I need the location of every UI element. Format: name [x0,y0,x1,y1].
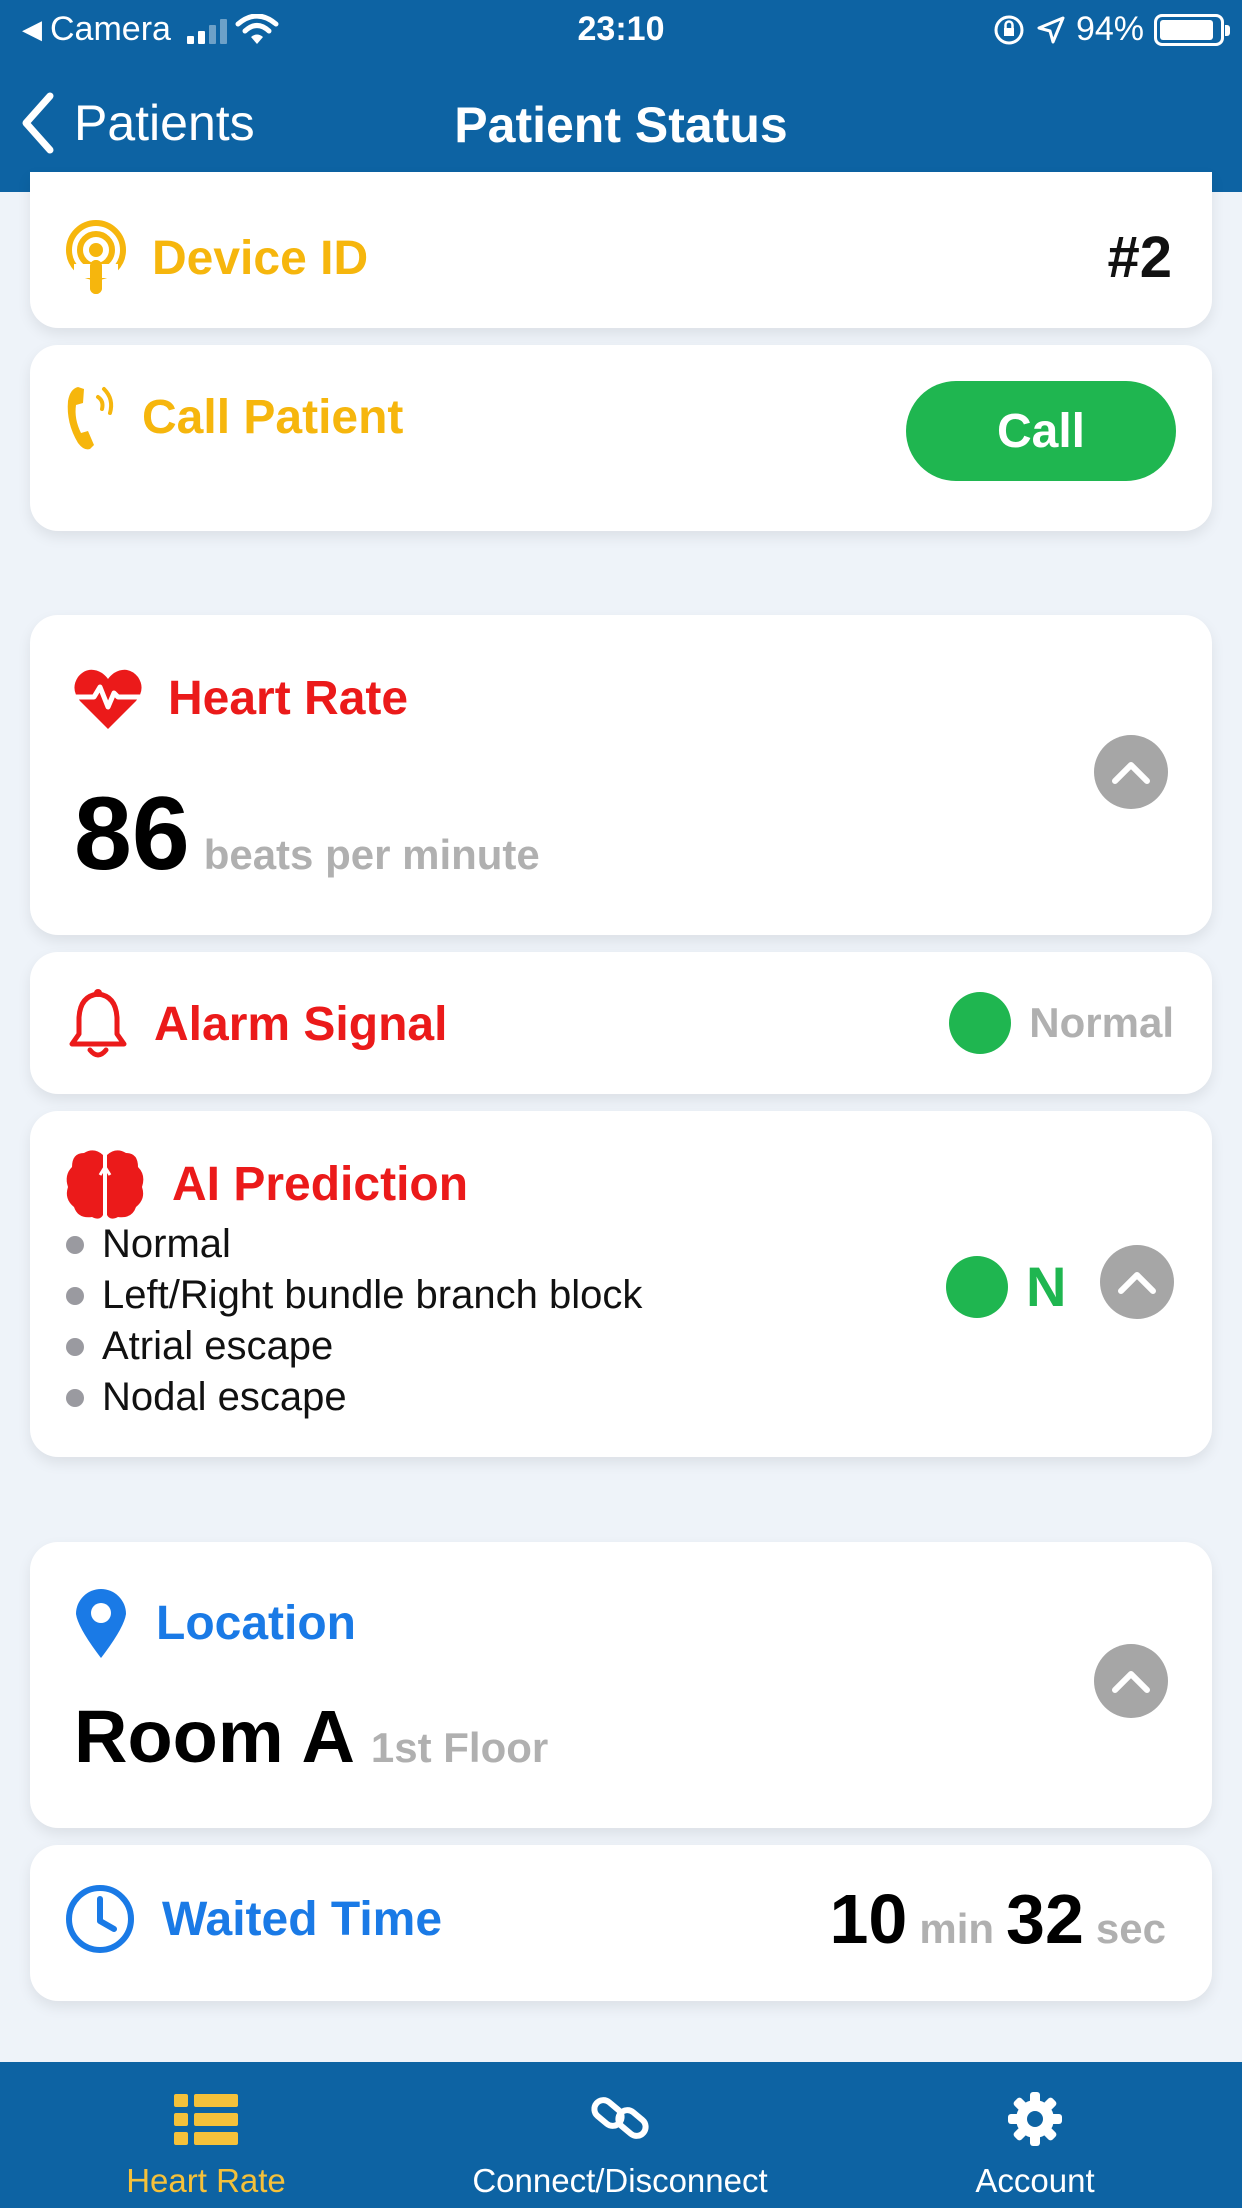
map-pin-icon [76,1589,126,1658]
chevron-up-icon [1112,762,1150,784]
waited-minutes: 10 [829,1880,908,1958]
waited-seconds: 32 [1006,1880,1084,1958]
device-id-card: Device ID #2 [30,172,1212,328]
chevron-up-icon [1118,1272,1156,1294]
location-arrow-icon [1037,16,1065,43]
call-patient-label: Call Patient [142,390,404,444]
ai-prediction-card: AI Prediction Normal Left/Right bundle b… [30,1111,1212,1457]
collapse-heart-rate-button[interactable] [1094,735,1168,809]
device-id-value: #2 [1107,225,1172,290]
alarm-signal-label: Alarm Signal [154,997,448,1051]
battery-percent: 94% [1075,10,1144,48]
room-value: Room A [74,1695,355,1778]
rotation-lock-icon [994,15,1024,44]
clock-icon [66,1885,134,1953]
call-patient-card: Call Patient Call [30,345,1212,531]
location-card: Location Room A 1st Floor [30,1542,1212,1828]
tab-label: Connect/Disconnect [472,2162,768,2199]
bell-icon [69,989,127,1058]
gear-icon [1008,2092,1062,2146]
device-id-label: Device ID [152,231,369,285]
heartbeat-icon [74,669,142,729]
list-item: Left/Right bundle branch block [66,1270,642,1321]
prediction-class-list: Normal Left/Right bundle branch block At… [66,1219,642,1423]
list-item: Atrial escape [66,1321,642,1372]
podcast-icon [66,220,126,294]
tab-bar: Heart Rate Connect/Disconnect Account [0,2062,1242,2208]
tab-label: Account [975,2162,1095,2199]
call-button[interactable]: Call [906,381,1176,481]
alarm-status-text: Normal [1029,999,1174,1046]
chevron-up-icon [1112,1671,1150,1693]
alarm-status-indicator [949,992,1012,1054]
page-title: Patient Status [454,97,788,153]
list-item: Nodal escape [66,1372,642,1423]
list-icon [174,2094,238,2145]
location-label: Location [156,1596,356,1650]
battery-icon [1154,13,1230,46]
waited-time-label: Waited Time [162,1892,443,1946]
alarm-signal-card: Alarm Signal Normal [30,952,1212,1094]
heart-rate-value: 86 [74,776,190,892]
seconds-unit: sec [1095,1905,1166,1952]
heart-rate-card: Heart Rate 86 beats per minute [30,615,1212,935]
link-icon [591,2097,649,2139]
collapse-location-button[interactable] [1094,1644,1168,1718]
header: ◀ Camera 23:10 94% Patients Patient Stat… [0,0,1242,192]
tab-connect-disconnect[interactable]: Connect/Disconnect [420,2062,820,2208]
prediction-status-indicator [946,1255,1008,1318]
collapse-ai-prediction-button[interactable] [1100,1245,1174,1319]
prediction-result: N [1026,1255,1067,1318]
list-item: Normal [66,1219,642,1270]
minutes-unit: min [919,1905,995,1952]
tab-heart-rate[interactable]: Heart Rate [60,2062,352,2208]
status-bar: ◀ Camera 23:10 94% [0,0,1242,62]
heart-rate-unit: beats per minute [203,831,540,878]
heart-rate-label: Heart Rate [168,671,409,725]
ai-prediction-label: AI Prediction [172,1157,469,1211]
tab-account[interactable]: Account [900,2062,1170,2208]
waited-time-card: Waited Time 10 min 32 sec [30,1845,1212,2001]
floor-value: 1st Floor [370,1724,549,1771]
brain-icon [66,1150,144,1219]
tab-label: Heart Rate [126,2162,286,2199]
phone-ringing-icon [67,387,114,450]
